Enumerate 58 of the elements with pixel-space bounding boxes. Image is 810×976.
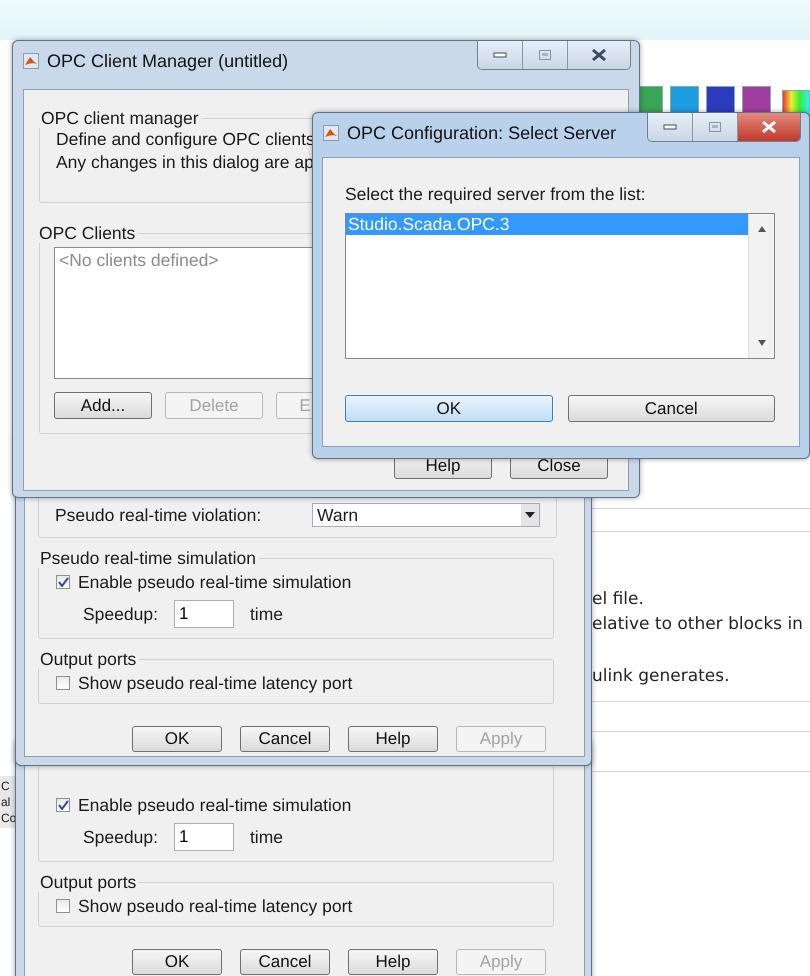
group-title: Pseudo real-time simulation bbox=[39, 548, 257, 568]
button[interactable]: Cancel bbox=[568, 395, 775, 422]
button[interactable]: Help bbox=[348, 726, 438, 752]
checkbox[interactable] bbox=[56, 899, 70, 913]
checkmark-icon bbox=[58, 800, 68, 810]
group-title: OPC client manager bbox=[40, 108, 200, 128]
input-field[interactable]: 1 bbox=[174, 823, 234, 851]
minimize-button[interactable] bbox=[478, 41, 522, 69]
help-text-line: el file. bbox=[592, 588, 645, 611]
scroll-down-icon bbox=[758, 340, 766, 346]
text-fragment: al bbox=[1, 794, 12, 810]
minimize-icon bbox=[493, 52, 507, 58]
maximize-icon bbox=[709, 122, 721, 132]
checkbox-label: Show pseudo real-time latency port bbox=[78, 896, 352, 916]
app-icon bbox=[23, 53, 39, 69]
scrollbar[interactable] bbox=[748, 214, 774, 358]
window-title: OPC Configuration: Select Server bbox=[347, 122, 618, 144]
button[interactable]: Add... bbox=[54, 392, 152, 419]
checkbox[interactable] bbox=[56, 798, 70, 812]
close-button[interactable] bbox=[567, 41, 630, 69]
close-icon bbox=[591, 48, 607, 62]
checkbox-label: Show pseudo real-time latency port bbox=[78, 672, 352, 694]
input-field[interactable]: 1 bbox=[174, 600, 234, 628]
prompt-text: Select the required server from the list: bbox=[345, 184, 647, 205]
button[interactable]: OK bbox=[345, 395, 552, 422]
checkbox-label: Enable pseudo real-time simulation bbox=[78, 572, 352, 592]
app-icon bbox=[323, 125, 339, 141]
minimize-button[interactable] bbox=[648, 113, 692, 141]
button[interactable]: Cancel bbox=[240, 726, 330, 752]
group-title: Output ports bbox=[39, 872, 138, 892]
button[interactable]: OK bbox=[132, 726, 222, 752]
group-title: OPC Clients bbox=[38, 223, 136, 243]
button[interactable]: Cancel bbox=[240, 949, 330, 975]
field-label: Speedup: bbox=[83, 604, 158, 624]
unit-label: time bbox=[250, 826, 283, 848]
dropdown-value: Warn bbox=[317, 504, 358, 526]
group-title: Output ports bbox=[39, 649, 138, 669]
unit-label: time bbox=[250, 604, 283, 624]
checkbox[interactable] bbox=[56, 575, 70, 589]
field-label: Speedup: bbox=[83, 826, 158, 848]
dropdown[interactable]: Warn bbox=[312, 503, 540, 527]
checkbox-label: Enable pseudo real-time simulation bbox=[78, 794, 352, 816]
minimize-icon bbox=[663, 124, 677, 130]
close-icon bbox=[761, 120, 777, 134]
field-label: Pseudo real-time violation: bbox=[55, 504, 262, 526]
scroll-up-icon bbox=[758, 226, 766, 232]
help-text-line: ulink generates. bbox=[592, 665, 731, 688]
text-fragment: C bbox=[1, 778, 11, 794]
close-button[interactable] bbox=[737, 113, 800, 141]
caret-icon bbox=[525, 512, 535, 518]
window-title: OPC Client Manager (untitled) bbox=[47, 50, 290, 72]
empty-list-message: <No clients defined> bbox=[58, 249, 220, 272]
button[interactable]: OK bbox=[132, 949, 222, 975]
checkbox[interactable] bbox=[56, 676, 70, 690]
button[interactable]: Help bbox=[348, 949, 438, 975]
help-text-line: elative to other blocks in bbox=[592, 613, 803, 636]
checkmark-icon bbox=[58, 577, 68, 587]
maximize-icon bbox=[539, 50, 551, 60]
